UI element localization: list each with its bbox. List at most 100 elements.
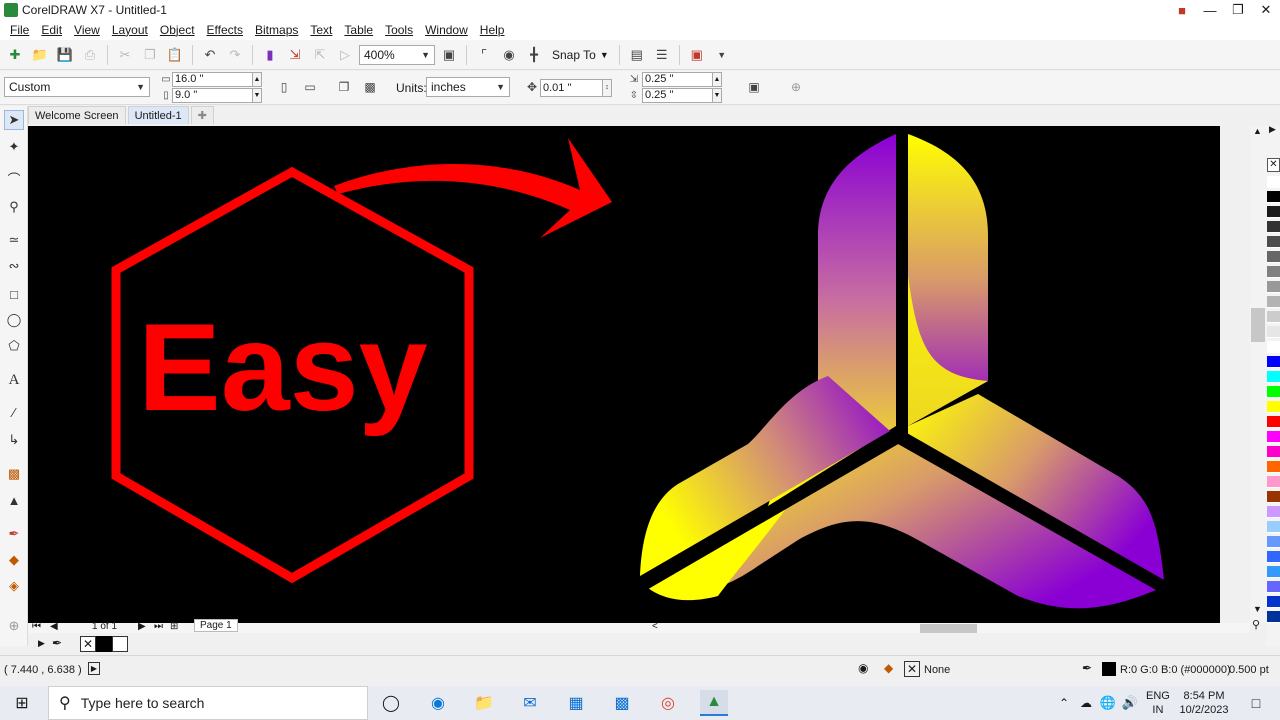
page-height-input[interactable]: 9.0 " ▼	[172, 88, 262, 103]
shape-tool-icon[interactable]: ✦	[4, 137, 24, 157]
palette-swatch[interactable]	[1267, 296, 1280, 308]
palette-swatch[interactable]	[1267, 416, 1280, 428]
crop-tool-icon[interactable]: ⌒	[4, 168, 24, 188]
close-button[interactable]: ✕	[1252, 0, 1280, 20]
windows-start-icon[interactable]: ⊞	[8, 690, 36, 716]
pick-tool-icon[interactable]: ➤	[4, 110, 24, 130]
paste-icon[interactable]: 📋	[164, 44, 186, 66]
add-page-icon[interactable]: ⊕	[786, 77, 806, 97]
menu-view[interactable]: View	[68, 23, 106, 37]
file-explorer-icon[interactable]: 📁	[470, 690, 498, 716]
task-view-icon[interactable]: ◯	[377, 690, 405, 716]
palette-swatch[interactable]	[1267, 176, 1280, 188]
launcher-dropdown-icon[interactable]: ▼	[711, 44, 733, 66]
transparency-tool-icon[interactable]: ▲	[4, 490, 24, 510]
clock[interactable]: 8:54 PM 10/2/2023	[1178, 689, 1230, 717]
print-icon[interactable]: ⎙	[79, 44, 101, 66]
status-expand-icon[interactable]: ▶	[88, 662, 100, 675]
palette-swatch[interactable]	[1267, 236, 1280, 248]
menu-edit[interactable]: Edit	[35, 23, 68, 37]
menu-effects[interactable]: Effects	[201, 23, 249, 37]
eyedropper-icon[interactable]: ✒	[52, 636, 62, 650]
portrait-icon[interactable]: ▯	[274, 77, 294, 97]
ellipse-tool-icon[interactable]: ◯	[4, 310, 24, 330]
publish-pdf-icon[interactable]: ▷	[334, 44, 356, 66]
treat-as-filled-icon[interactable]: ▣	[744, 77, 764, 97]
volume-icon[interactable]: 🔊	[1116, 690, 1144, 716]
no-color-swatch[interactable]: ✕	[1267, 158, 1280, 172]
palette-swatch[interactable]	[1267, 311, 1280, 323]
palette-swatch[interactable]	[1267, 611, 1280, 623]
save-icon[interactable]: 💾	[54, 44, 76, 66]
show-guidelines-icon[interactable]: ╋	[523, 44, 545, 66]
easy-text[interactable]: Easy	[138, 299, 428, 437]
no-fill-swatch[interactable]: ✕	[80, 636, 96, 652]
palette-scroll-up-icon[interactable]: ▶	[1269, 124, 1276, 135]
edge-browser-icon[interactable]: ◉	[424, 690, 452, 716]
palette-swatch[interactable]	[1267, 581, 1280, 593]
page-width-input[interactable]: 16.0 " ▲	[172, 72, 262, 87]
coreldraw-taskbar-icon[interactable]: ▲	[700, 690, 728, 716]
first-page-icon[interactable]: ⏮	[32, 621, 41, 632]
freehand-tool-icon[interactable]: ≃	[4, 230, 24, 250]
palette-swatch[interactable]	[1267, 536, 1280, 548]
last-page-icon[interactable]: ⏭	[154, 621, 163, 632]
palette-swatch[interactable]	[1267, 326, 1280, 338]
polygon-tool-icon[interactable]: ⬠	[4, 336, 24, 356]
palette-expand-icon[interactable]: ▶	[38, 638, 45, 649]
page-size-select[interactable]: Custom ▼	[4, 77, 150, 97]
show-grid-icon[interactable]: ◉	[498, 44, 520, 66]
language-indicator[interactable]: ENG IN	[1146, 689, 1170, 717]
palette-swatch[interactable]	[1267, 431, 1280, 443]
cut-icon[interactable]: ✂	[114, 44, 136, 66]
palette-swatch[interactable]	[1267, 506, 1280, 518]
tab-welcome-screen[interactable]: Welcome Screen	[28, 106, 126, 124]
next-page-icon[interactable]: ▶	[138, 621, 146, 632]
search-content-icon[interactable]: ▮	[259, 44, 281, 66]
palette-swatch[interactable]	[1267, 266, 1280, 278]
scroll-left-icon[interactable]: <	[652, 621, 658, 632]
page-tab[interactable]: Page 1	[194, 619, 238, 632]
rectangle-tool-icon[interactable]: □	[4, 284, 24, 304]
text-tool-icon[interactable]: A	[4, 370, 24, 390]
export-icon[interactable]: ⇱	[309, 44, 331, 66]
menu-window[interactable]: Window	[419, 23, 474, 37]
nudge-distance-input[interactable]: 0.01 " ↕	[540, 79, 612, 97]
show-rulers-icon[interactable]: ⌜	[473, 44, 495, 66]
drop-shadow-tool-icon[interactable]: ▩	[4, 464, 24, 484]
interactive-fill-tool-icon[interactable]: ◆	[4, 550, 24, 570]
minimize-button[interactable]: —	[1196, 0, 1224, 20]
add-tool-icon[interactable]: ⊕	[4, 616, 24, 636]
menu-layout[interactable]: Layout	[106, 23, 154, 37]
zoom-level-select[interactable]: 400% ▼	[359, 44, 435, 65]
smart-fill-tool-icon[interactable]: ◈	[4, 576, 24, 596]
copy-icon[interactable]: ❐	[139, 44, 161, 66]
palette-swatch[interactable]	[1267, 401, 1280, 413]
menu-bitmaps[interactable]: Bitmaps	[249, 23, 304, 37]
zoom-view-icon[interactable]: ⚲	[1252, 618, 1260, 631]
menu-file[interactable]: File	[4, 23, 35, 37]
redo-icon[interactable]: ↷	[224, 44, 246, 66]
welcome-screen-icon[interactable]: ▣	[686, 44, 708, 66]
menu-table[interactable]: Table	[338, 23, 379, 37]
user-avatar-icon[interactable]: ■	[1168, 0, 1196, 20]
palette-swatch[interactable]	[1267, 596, 1280, 608]
zoom-tool-icon[interactable]: ⚲	[4, 197, 24, 217]
palette-swatch[interactable]	[1267, 386, 1280, 398]
current-page-icon[interactable]: ▩	[360, 77, 380, 97]
color-eyedropper-tool-icon[interactable]: ✒	[4, 524, 24, 544]
restore-button[interactable]: ❐	[1224, 0, 1252, 20]
vertical-scroll-thumb[interactable]	[1251, 308, 1265, 342]
duplicate-x-input[interactable]: 0.25 " ▲	[642, 72, 722, 87]
chrome-icon[interactable]: ◎	[654, 690, 682, 716]
open-icon[interactable]: 📁	[29, 44, 51, 66]
previous-page-icon[interactable]: ◀	[50, 621, 58, 632]
black-swatch[interactable]	[96, 636, 112, 652]
palette-swatch[interactable]	[1267, 551, 1280, 563]
white-swatch[interactable]	[112, 636, 128, 652]
import-icon[interactable]: ⇲	[284, 44, 306, 66]
palette-swatch[interactable]	[1267, 491, 1280, 503]
add-page-button[interactable]: ⊞	[170, 621, 178, 632]
palette-swatch[interactable]	[1267, 341, 1280, 353]
notifications-icon[interactable]: □	[1242, 690, 1270, 716]
